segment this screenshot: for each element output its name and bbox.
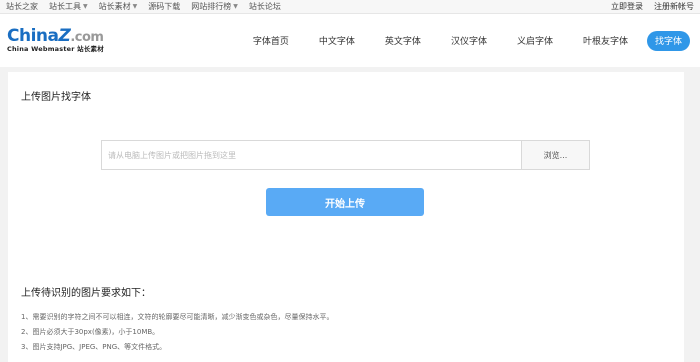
requirements-title: 上传待识别的图片要求如下： [21, 288, 151, 299]
list-item: 1、需要识别的字符之间不可以相连，文符的轮廓要尽可能清晰，减少渐变色或杂色，尽量… [21, 313, 334, 321]
top-link-label: 源码下载 [148, 2, 181, 11]
file-drop-input[interactable]: 请从电脑上传图片或把图片拖到这里 [101, 140, 522, 170]
chevron-down-icon: ▼ [132, 3, 138, 10]
login-link[interactable]: 立即登录 [611, 1, 643, 12]
nav-yegenyou-fonts[interactable]: 叶根友字体 [568, 31, 643, 51]
list-item: 3、图片支持JPG、JPEG、PNG、等文件格式。 [21, 343, 167, 351]
upload-panel: 上传图片找字体 请从电脑上传图片或把图片拖到这里 浏览... 开始上传 上传待识… [8, 72, 684, 362]
site-header: ChinaZ.com China Webmaster 站长素材 字体首页 中文字… [0, 14, 700, 67]
logo-suffix: .com [70, 30, 104, 46]
top-link-source[interactable]: 源码下载 [148, 1, 180, 12]
top-link-label: 站长工具 [49, 2, 81, 11]
logo-z: Z [58, 26, 71, 47]
top-link-tools[interactable]: 站长工具 ▼ [49, 1, 88, 12]
top-bar: 站长之家 站长工具 ▼ 站长素材 ▼ 源码下载 网站排行榜 ▼ 站长论坛 立即登录 注… [0, 0, 700, 14]
requirements-list: 1、需要识别的字符之间不可以相连，文符的轮廓要尽可能清晰，减少渐变色或杂色，尽量… [21, 310, 333, 355]
section-title: 上传图片找字体 [21, 92, 91, 103]
account-links: 立即登录 注册新帐号 [611, 1, 694, 12]
chevron-down-icon: ▼ [83, 3, 88, 10]
top-link-label: 站长素材 [98, 2, 131, 11]
chevron-down-icon: ▼ [233, 3, 238, 10]
nav-yiqi-fonts[interactable]: 义启字体 [502, 31, 568, 51]
logo-prefix: China [7, 26, 59, 47]
top-link-ranking[interactable]: 网站排行榜 ▼ [191, 1, 238, 12]
top-link-label: 网站排行榜 [191, 2, 232, 11]
nav-chinese-fonts[interactable]: 中文字体 [304, 31, 370, 51]
nav-english-fonts[interactable]: 英文字体 [370, 31, 436, 51]
list-item: 2、图片必须大于30px(像素)，小于10MB。 [21, 328, 160, 336]
top-link-forum[interactable]: 站长论坛 [249, 1, 281, 12]
logo-subtitle: China Webmaster 站长素材 [7, 45, 104, 54]
top-link-label: 站长之家 [6, 2, 38, 11]
site-logo[interactable]: ChinaZ.com China Webmaster 站长素材 [7, 28, 104, 53]
nav-font-home[interactable]: 字体首页 [238, 31, 304, 51]
top-link-label: 站长论坛 [248, 2, 281, 11]
nav-find-font[interactable]: 找字体 [646, 30, 690, 51]
logo-wordmark: ChinaZ.com [7, 28, 104, 45]
top-links: 站长之家 站长工具 ▼ 站长素材 ▼ 源码下载 网站排行榜 ▼ 站长论坛 [6, 1, 281, 12]
start-upload-button[interactable]: 开始上传 [266, 188, 424, 216]
font-nav: 字体首页 中文字体 英文字体 汉仪字体 义启字体 叶根友字体 找字体 [238, 30, 690, 51]
top-link-materials[interactable]: 站长素材 ▼ [99, 1, 138, 12]
top-link-home[interactable]: 站长之家 [6, 1, 38, 12]
register-link[interactable]: 注册新帐号 [654, 1, 694, 12]
upload-row: 请从电脑上传图片或把图片拖到这里 浏览... [101, 140, 590, 170]
nav-hanyi-fonts[interactable]: 汉仪字体 [436, 31, 502, 51]
browse-button[interactable]: 浏览... [522, 140, 590, 170]
